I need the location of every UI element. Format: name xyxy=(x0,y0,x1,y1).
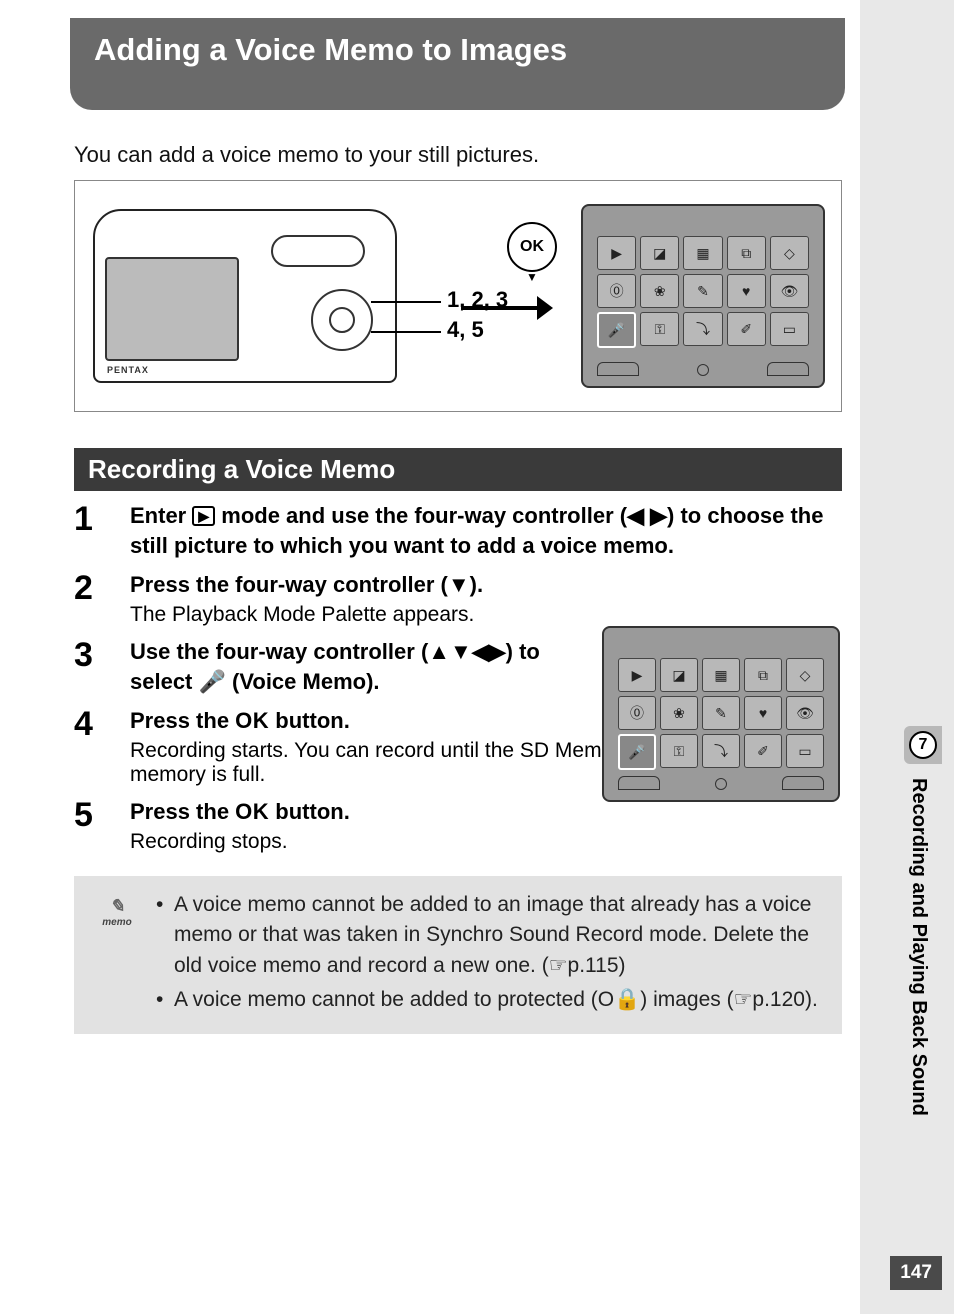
ok-button-icon: OK xyxy=(507,222,557,272)
step-title-pre: Press the xyxy=(130,708,235,733)
palette-cell-icon: 🎤 xyxy=(618,734,656,770)
palette-cell-icon: ✐ xyxy=(744,734,782,768)
palette-cell-icon: ⤵ xyxy=(683,312,722,346)
camera-brand-label: PENTAX xyxy=(107,365,149,375)
memo-box: memo A voice memo cannot be added to an … xyxy=(74,876,842,1034)
footer-cap-icon xyxy=(618,776,660,790)
palette-cell-icon: ⓪ xyxy=(597,274,636,308)
section-header: Recording a Voice Memo xyxy=(74,448,842,491)
palette-cell-icon: 🎤 xyxy=(597,312,636,348)
step-item: 5 Press the OK button. Recording stops. xyxy=(74,797,842,854)
step-title-post: (Voice Memo). xyxy=(226,669,380,694)
palette-cell-icon: ◇ xyxy=(786,658,824,692)
playback-palette-screen: ▶◪▦⧉◇ ⓪❀✎♥👁 🎤⚿⤵✐▭ xyxy=(602,626,840,802)
footer-cap-icon xyxy=(782,776,824,790)
chapter-title: Recording and Playing Back Sound xyxy=(907,778,930,1116)
step-title-pre: Press the xyxy=(130,799,235,824)
leader-label-2: 4, 5 xyxy=(447,317,484,343)
step-number: 2 xyxy=(74,570,130,627)
palette-cell-icon: ▶ xyxy=(597,236,636,270)
footer-cap-icon xyxy=(597,362,639,376)
record-dot-icon xyxy=(715,778,727,790)
record-dot-icon xyxy=(697,364,709,376)
palette-cell-icon: ◪ xyxy=(660,658,698,692)
ok-button-label: OK xyxy=(235,708,269,733)
palette-cell-icon: ⓪ xyxy=(618,696,656,730)
palette-cell-icon: 👁 xyxy=(786,696,824,730)
step-title-post: button. xyxy=(269,799,350,824)
step-title: Press the four-way controller (▼). xyxy=(130,570,842,600)
palette-cell-icon: ⤵ xyxy=(702,734,740,768)
page-number: 147 xyxy=(890,1256,942,1290)
palette-cell-icon: ▦ xyxy=(702,658,740,692)
palette-cell-icon: ⧉ xyxy=(727,236,766,270)
step-desc: The Playback Mode Palette appears. xyxy=(130,603,842,627)
step-number: 3 xyxy=(74,637,130,696)
palette-cell-icon: ✎ xyxy=(683,274,722,308)
right-rail: 7 Recording and Playing Back Sound 147 xyxy=(860,0,954,1314)
palette-cell-icon: ◇ xyxy=(770,236,809,270)
camera-lcd-icon xyxy=(105,257,239,361)
step-title-post: button. xyxy=(269,708,350,733)
page-title: Adding a Voice Memo to Images xyxy=(70,18,845,110)
memo-bullet: A voice memo cannot be added to an image… xyxy=(156,890,824,981)
footer-cap-icon xyxy=(767,362,809,376)
secondary-palette-container: ▶◪▦⧉◇ ⓪❀✎♥👁 🎤⚿⤵✐▭ xyxy=(602,626,840,802)
palette-cell-icon: ✐ xyxy=(727,312,766,346)
palette-cell-icon: ▭ xyxy=(770,312,809,346)
step-number: 1 xyxy=(74,501,130,560)
palette-cell-icon: ▶ xyxy=(618,658,656,692)
palette-cell-icon: ◪ xyxy=(640,236,679,270)
palette-cell-icon: ✎ xyxy=(702,696,740,730)
step-item: 1 Enter ▶ mode and use the four-way cont… xyxy=(74,501,842,560)
camera-top-button-icon xyxy=(271,235,365,267)
leader-line-icon xyxy=(371,331,441,333)
step-number: 4 xyxy=(74,706,130,787)
playback-mode-icon: ▶ xyxy=(192,506,215,526)
palette-cell-icon: ▭ xyxy=(786,734,824,768)
memo-list: A voice memo cannot be added to an image… xyxy=(156,890,824,1020)
camera-illustration: PENTAX xyxy=(93,209,397,383)
step-title-mid: mode and use the four-way controller (◀ … xyxy=(130,503,823,558)
step-number: 5 xyxy=(74,797,130,854)
palette-cell-icon: ❀ xyxy=(640,274,679,308)
chapter-number: 7 xyxy=(909,731,937,759)
palette-cell-icon: ♥ xyxy=(727,274,766,308)
manual-page: Adding a Voice Memo to Images You can ad… xyxy=(0,0,860,1314)
memo-icon: memo xyxy=(92,890,142,1020)
playback-palette-screen: ▶◪▦⧉◇ ⓪❀✎♥👁 🎤⚿⤵✐▭ xyxy=(581,204,825,388)
step-desc: Recording stops. xyxy=(130,830,842,854)
step-item: 2 Press the four-way controller (▼). The… xyxy=(74,570,842,627)
step-title-pre: Enter xyxy=(130,503,192,528)
microphone-icon: 🎤 xyxy=(199,669,226,694)
diagram-container: PENTAX 1, 2, 3 4, 5 OK ▶◪▦⧉◇⓪❀✎♥👁🎤⚿⤵✐▭ xyxy=(74,180,842,412)
arrow-right-icon xyxy=(461,306,541,310)
memo-bullet: A voice memo cannot be added to protecte… xyxy=(156,985,824,1015)
ok-button-label: OK xyxy=(235,799,269,824)
four-way-controller-icon xyxy=(311,289,373,351)
palette-cell-icon: 👁 xyxy=(770,274,809,308)
intro-text: You can add a voice memo to your still p… xyxy=(74,142,860,168)
palette-cell-icon: ⧉ xyxy=(744,658,782,692)
palette-cell-icon: ❀ xyxy=(660,696,698,730)
chapter-tab: 7 xyxy=(904,726,942,764)
palette-cell-icon: ⚿ xyxy=(640,312,679,346)
palette-cell-icon: ⚿ xyxy=(660,734,698,768)
palette-cell-icon: ♥ xyxy=(744,696,782,730)
palette-cell-icon: ▦ xyxy=(683,236,722,270)
leader-line-icon xyxy=(371,301,441,303)
